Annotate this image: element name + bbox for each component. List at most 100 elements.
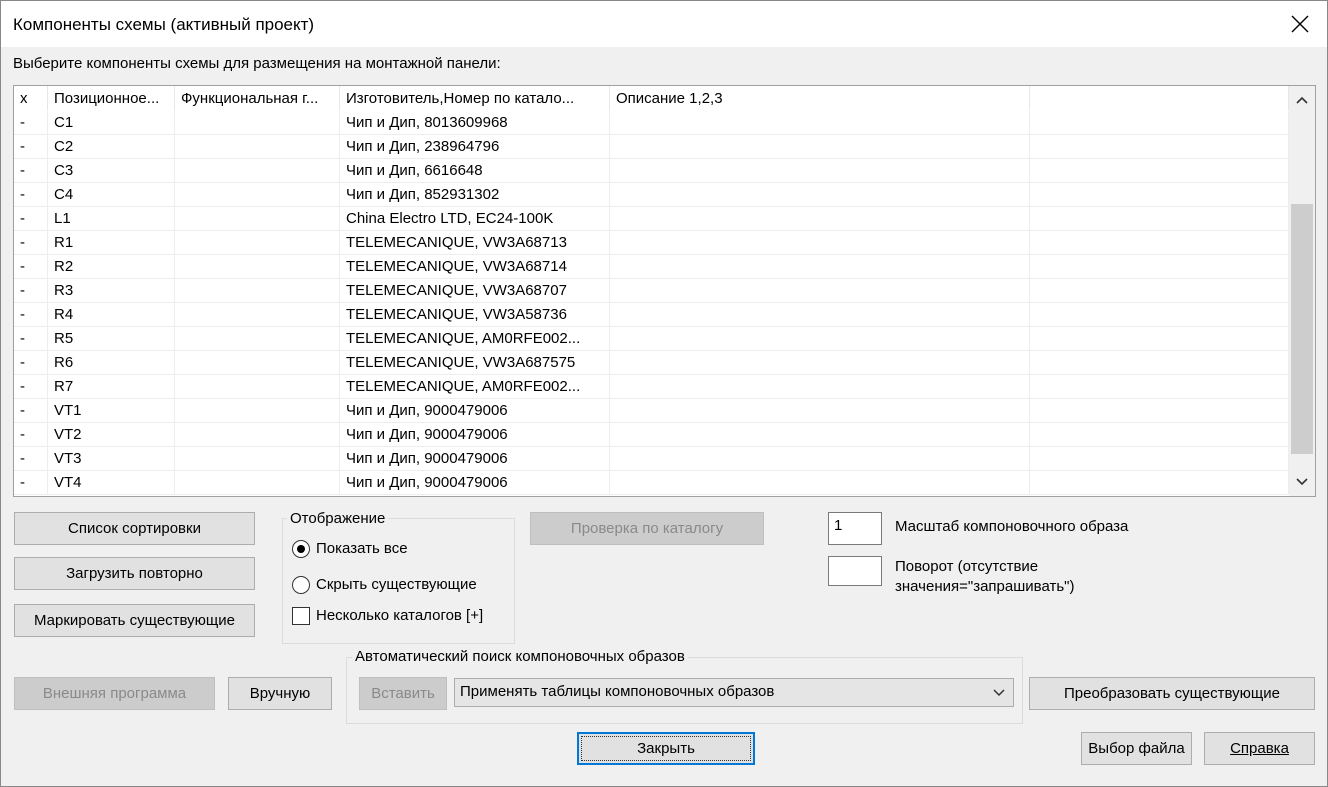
row-manufacturer-cell: China Electro LTD, EC24-100K <box>340 207 610 230</box>
row-manufacturer-cell: Чип и Дип, 9000479006 <box>340 399 610 422</box>
row-function-cell <box>175 183 340 206</box>
table-row[interactable]: - R5 TELEMECANIQUE, AM0RFE002... <box>14 327 1289 351</box>
row-x-cell: - <box>14 423 48 446</box>
row-description-cell <box>610 447 1030 470</box>
scroll-up-button[interactable] <box>1289 88 1315 112</box>
row-position-cell: L1 <box>48 207 175 230</box>
row-x-cell: - <box>14 471 48 494</box>
table-row[interactable]: - VT3 Чип и Дип, 9000479006 <box>14 447 1289 471</box>
row-function-cell <box>175 423 340 446</box>
row-description-cell <box>610 423 1030 446</box>
show-all-radio[interactable] <box>292 540 310 558</box>
row-manufacturer-cell: TELEMECANIQUE, VW3A68713 <box>340 231 610 254</box>
scroll-thumb[interactable] <box>1291 204 1313 454</box>
show-all-label[interactable]: Показать все <box>316 540 408 557</box>
row-extra-cell <box>1030 111 1289 134</box>
column-header-function[interactable]: Функциональная г... <box>175 86 340 110</box>
row-manufacturer-cell: TELEMECANIQUE, VW3A68707 <box>340 279 610 302</box>
table-row[interactable]: - VT1 Чип и Дип, 9000479006 <box>14 399 1289 423</box>
table-row[interactable]: - R2 TELEMECANIQUE, VW3A68714 <box>14 255 1289 279</box>
manual-button[interactable]: Вручную <box>228 677 332 710</box>
row-x-cell: - <box>14 351 48 374</box>
row-description-cell <box>610 399 1030 422</box>
row-extra-cell <box>1030 159 1289 182</box>
instruction-label: Выберите компоненты схемы для размещения… <box>13 55 501 72</box>
hide-existing-label[interactable]: Скрыть существующие <box>316 576 477 593</box>
row-position-cell: C1 <box>48 111 175 134</box>
row-position-cell: C2 <box>48 135 175 158</box>
row-manufacturer-cell: Чип и Дип, 9000479006 <box>340 447 610 470</box>
table-row[interactable]: - C1 Чип и Дип, 8013609968 <box>14 111 1289 135</box>
table-row[interactable]: - VT2 Чип и Дип, 9000479006 <box>14 423 1289 447</box>
row-x-cell: - <box>14 255 48 278</box>
sort-list-button[interactable]: Список сортировки <box>14 512 255 545</box>
row-extra-cell <box>1030 207 1289 230</box>
reload-button[interactable]: Загрузить повторно <box>14 557 255 590</box>
table-row[interactable]: - C3 Чип и Дип, 6616648 <box>14 159 1289 183</box>
scroll-down-button[interactable] <box>1289 470 1315 494</box>
window-title: Компоненты схемы (активный проект) <box>13 15 315 34</box>
catalog-check-button[interactable]: Проверка по каталогу <box>530 512 764 545</box>
row-description-cell <box>610 135 1030 158</box>
mark-existing-button[interactable]: Маркировать существующие <box>14 604 255 637</box>
row-function-cell <box>175 351 340 374</box>
row-position-cell: R2 <box>48 255 175 278</box>
row-function-cell <box>175 471 340 494</box>
table-row[interactable]: - R3 TELEMECANIQUE, VW3A68707 <box>14 279 1289 303</box>
row-position-cell: R3 <box>48 279 175 302</box>
row-description-cell <box>610 159 1030 182</box>
row-manufacturer-cell: Чип и Дип, 238964796 <box>340 135 610 158</box>
insert-button[interactable]: Вставить <box>359 677 447 710</box>
column-header-manufacturer[interactable]: Изготовитель,Номер по катало... <box>340 86 610 110</box>
row-position-cell: R6 <box>48 351 175 374</box>
row-x-cell: - <box>14 207 48 230</box>
table-row[interactable]: - R4 TELEMECANIQUE, VW3A58736 <box>14 303 1289 327</box>
row-extra-cell <box>1030 423 1289 446</box>
close-window-button[interactable] <box>1273 1 1327 47</box>
column-header-position[interactable]: Позиционное... <box>48 86 175 110</box>
table-row[interactable]: - R7 TELEMECANIQUE, AM0RFE002... <box>14 375 1289 399</box>
external-program-button[interactable]: Внешняя программа <box>14 677 215 710</box>
row-description-cell <box>610 255 1030 278</box>
components-table[interactable]: x Позиционное... Функциональная г... Изг… <box>13 85 1316 497</box>
row-manufacturer-cell: Чип и Дип, 6616648 <box>340 159 610 182</box>
table-row[interactable]: - R1 TELEMECANIQUE, VW3A68713 <box>14 231 1289 255</box>
convert-existing-button[interactable]: Преобразовать существующие <box>1029 677 1315 710</box>
row-function-cell <box>175 327 340 350</box>
vertical-scrollbar[interactable] <box>1289 86 1315 496</box>
row-x-cell: - <box>14 303 48 326</box>
row-description-cell <box>610 231 1030 254</box>
table-row[interactable]: - VT4 Чип и Дип, 9000479006 <box>14 471 1289 495</box>
rotation-input[interactable] <box>828 556 882 586</box>
row-extra-cell <box>1030 471 1289 494</box>
table-row[interactable]: - C4 Чип и Дип, 852931302 <box>14 183 1289 207</box>
row-x-cell: - <box>14 159 48 182</box>
row-manufacturer-cell: TELEMECANIQUE, VW3A68714 <box>340 255 610 278</box>
row-extra-cell <box>1030 447 1289 470</box>
row-manufacturer-cell: TELEMECANIQUE, VW3A58736 <box>340 303 610 326</box>
scale-input[interactable]: 1 <box>828 512 882 545</box>
table-row[interactable]: - L1 China Electro LTD, EC24-100K <box>14 207 1289 231</box>
row-description-cell <box>610 279 1030 302</box>
row-manufacturer-cell: TELEMECANIQUE, AM0RFE002... <box>340 327 610 350</box>
multi-catalogs-checkbox[interactable] <box>292 607 310 625</box>
column-header-description[interactable]: Описание 1,2,3 <box>610 86 1030 110</box>
hide-existing-radio[interactable] <box>292 576 310 594</box>
row-function-cell <box>175 111 340 134</box>
row-position-cell: R5 <box>48 327 175 350</box>
row-position-cell: R7 <box>48 375 175 398</box>
table-row[interactable]: - R6 TELEMECANIQUE, VW3A687575 <box>14 351 1289 375</box>
multi-catalogs-label[interactable]: Несколько каталогов [+] <box>316 607 483 624</box>
file-select-button[interactable]: Выбор файла <box>1081 732 1192 765</box>
help-button[interactable]: Справка <box>1204 732 1315 765</box>
column-header-empty[interactable] <box>1030 86 1289 110</box>
row-function-cell <box>175 399 340 422</box>
layout-search-selected: Применять таблицы компоновочных образов <box>460 683 775 700</box>
column-header-x[interactable]: x <box>14 86 48 110</box>
row-x-cell: - <box>14 231 48 254</box>
close-button[interactable]: Закрыть <box>577 732 755 765</box>
row-manufacturer-cell: TELEMECANIQUE, VW3A687575 <box>340 351 610 374</box>
row-extra-cell <box>1030 399 1289 422</box>
table-row[interactable]: - C2 Чип и Дип, 238964796 <box>14 135 1289 159</box>
layout-search-select[interactable]: Применять таблицы компоновочных образов <box>454 678 1014 707</box>
